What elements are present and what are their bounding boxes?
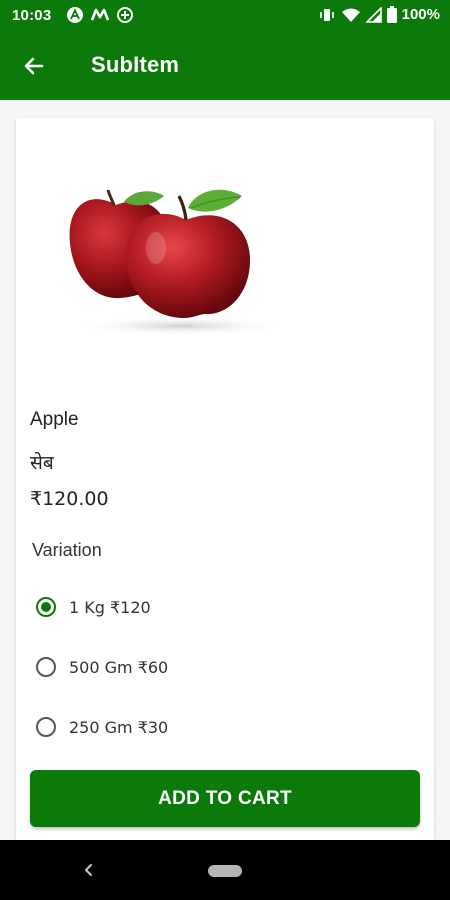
page-title: SubItem <box>91 52 180 77</box>
arrow-back-icon <box>24 57 44 75</box>
product-name-local: सेब <box>30 452 54 474</box>
add-to-cart-button[interactable]: ADD TO CART <box>30 770 420 827</box>
variation-option-label: 500 Gm ₹60 <box>69 657 169 677</box>
data-saver-icon <box>117 7 133 23</box>
vibrate-icon <box>319 8 334 21</box>
status-time: 10:03 <box>12 7 52 24</box>
nav-back-icon[interactable] <box>80 860 96 880</box>
radio-checked-icon[interactable] <box>36 597 56 617</box>
app-bar: SubItem <box>0 32 450 100</box>
variation-label: Variation <box>32 540 102 560</box>
variation-option-1kg[interactable]: 1 Kg ₹120 <box>36 594 151 620</box>
status-bar: 10:03 100% <box>0 0 450 32</box>
product-price: ₹120.00 <box>30 488 109 510</box>
variation-option-label: 250 Gm ₹30 <box>69 717 169 737</box>
variation-option-500gm[interactable]: 500 Gm ₹60 <box>36 654 168 680</box>
battery-icon <box>386 6 397 23</box>
radio-unchecked-icon[interactable] <box>36 657 56 677</box>
variation-option-label: 1 Kg ₹120 <box>69 597 151 617</box>
status-system-icons: 100% <box>318 6 440 23</box>
status-notification-icons <box>66 6 134 24</box>
product-name: Apple <box>30 409 79 430</box>
apple-image <box>69 189 291 336</box>
battery-percent: 100% <box>401 6 440 23</box>
signal-icon <box>365 6 382 23</box>
variation-option-250gm[interactable]: 250 Gm ₹30 <box>36 714 168 740</box>
system-nav-bar <box>0 840 450 900</box>
m-notification-icon <box>90 8 110 21</box>
wifi-icon <box>341 8 360 22</box>
nav-home-pill-icon[interactable] <box>208 865 242 877</box>
radio-unchecked-icon[interactable] <box>36 717 56 737</box>
a-notification-icon <box>67 7 83 23</box>
back-button[interactable] <box>14 46 54 86</box>
